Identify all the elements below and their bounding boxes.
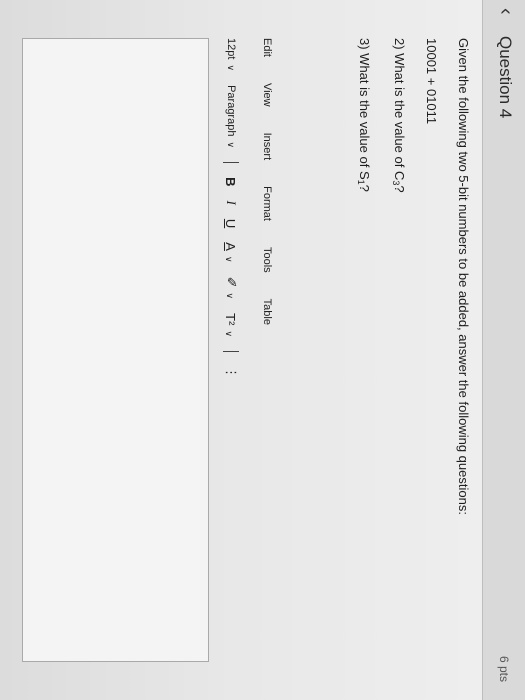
- chevron-down-icon: ∨: [224, 330, 235, 338]
- question-3-suffix: ?: [357, 184, 372, 192]
- chevron-down-icon: ∨: [226, 64, 236, 72]
- font-size-value: 12pt: [225, 38, 237, 60]
- question-3-prefix: 3) What is the value of S: [357, 38, 372, 180]
- superscript-icon: T²: [223, 313, 239, 326]
- text-color-button[interactable]: A ∨: [224, 242, 239, 262]
- chevron-left-icon[interactable]: ‹: [494, 8, 517, 15]
- question-points: 6 pts: [497, 655, 511, 682]
- font-size-select[interactable]: 12pt ∨: [225, 38, 237, 71]
- highlight-button[interactable]: ✐ ∨: [223, 277, 239, 300]
- text-color-icon: A: [223, 242, 239, 251]
- block-format-value: Paragraph: [225, 85, 237, 137]
- question-body: Given the following two 5-bit numbers to…: [339, 38, 473, 678]
- editor-menubar: Edit View Insert Format Tools Table: [253, 38, 273, 325]
- question-prompt: Given the following two 5-bit numbers to…: [456, 38, 471, 515]
- menu-insert[interactable]: Insert: [253, 133, 273, 161]
- toolbar-divider: [223, 162, 239, 164]
- underline-button[interactable]: U: [224, 219, 239, 228]
- quiz-screen: ‹ Question 4 6 pts Given the following t…: [0, 0, 525, 700]
- menu-tools[interactable]: Tools: [253, 247, 273, 273]
- more-options-icon[interactable]: ⋮: [223, 366, 239, 379]
- menu-table[interactable]: Table: [253, 299, 273, 325]
- chevron-down-icon: ∨: [226, 141, 236, 149]
- menu-view[interactable]: View: [253, 83, 273, 107]
- question-3: 3) What is the value of S1?: [351, 38, 374, 678]
- italic-button[interactable]: I: [223, 201, 239, 205]
- block-format-select[interactable]: Paragraph ∨: [225, 85, 237, 148]
- menu-edit[interactable]: Edit: [253, 38, 273, 57]
- chevron-down-icon: ∨: [224, 255, 235, 263]
- editor-toolbar: 12pt ∨ Paragraph ∨ B I U A ∨ ✐ ∨ T² ∨ ⋮: [219, 38, 243, 379]
- question-numbers: 10001 + 01011: [424, 38, 439, 125]
- question-header: ‹ Question 4 6 pts: [482, 0, 525, 700]
- chevron-down-icon: ∨: [225, 292, 235, 300]
- question-2: 2) What is the value of C3?: [386, 38, 409, 678]
- menu-format[interactable]: Format: [253, 186, 273, 221]
- toolbar-divider: [223, 351, 239, 353]
- question-2-prefix: 2) What is the value of C: [392, 38, 407, 181]
- question-2-suffix: ?: [392, 185, 407, 193]
- question-title: Question 4: [496, 36, 515, 119]
- highlighter-icon: ✐: [224, 276, 239, 288]
- bold-button[interactable]: B: [224, 177, 239, 186]
- superscript-button[interactable]: T² ∨: [224, 313, 239, 337]
- answer-editor[interactable]: [22, 38, 209, 662]
